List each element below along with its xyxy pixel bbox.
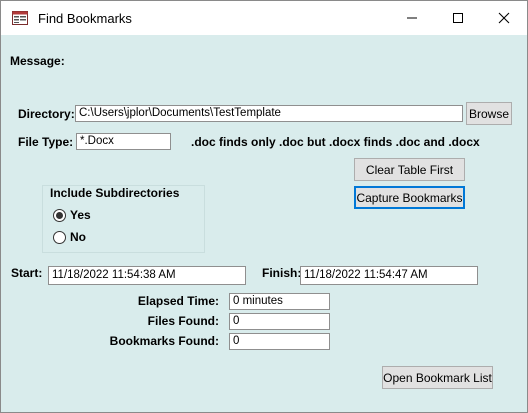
- open-bookmark-list-button[interactable]: Open Bookmark List: [382, 366, 493, 389]
- elapsed-time-field[interactable]: 0 minutes: [229, 293, 330, 310]
- files-found-label: Files Found:: [147, 314, 219, 328]
- start-label: Start:: [11, 266, 43, 280]
- start-field[interactable]: 11/18/2022 11:54:38 AM: [48, 266, 246, 285]
- directory-field[interactable]: C:\Users\jplor\Documents\TestTemplate: [75, 105, 463, 122]
- no-radio[interactable]: [53, 231, 66, 244]
- maximize-icon: [453, 13, 463, 23]
- finish-field[interactable]: 11/18/2022 11:54:47 AM: [300, 266, 478, 285]
- clear-table-first-button[interactable]: Clear Table First: [354, 158, 465, 181]
- files-found-field[interactable]: 0: [229, 313, 330, 330]
- directory-label: Directory:: [18, 107, 75, 121]
- message-label: Message:: [10, 54, 65, 68]
- file-type-field[interactable]: *.Docx: [76, 133, 171, 150]
- close-button[interactable]: [481, 1, 527, 35]
- form-icon: [12, 11, 28, 25]
- finish-label: Finish:: [262, 266, 302, 280]
- form-body: Message: Directory: C:\Users\jplor\Docum…: [1, 35, 527, 412]
- yes-radio[interactable]: [53, 209, 66, 222]
- minimize-button[interactable]: [389, 1, 435, 35]
- maximize-button[interactable]: [435, 1, 481, 35]
- browse-button[interactable]: Browse: [466, 102, 512, 125]
- include-subdirectories-label: Include Subdirectories: [50, 186, 180, 200]
- yes-label: Yes: [70, 208, 91, 222]
- find-bookmarks-window: Find Bookmarks Message: Directory: C:\Us…: [0, 0, 528, 413]
- close-icon: [498, 12, 510, 24]
- file-type-label: File Type:: [18, 135, 74, 149]
- bookmarks-found-label: Bookmarks Found:: [109, 334, 219, 348]
- elapsed-time-label: Elapsed Time:: [137, 294, 219, 308]
- title-bar: Find Bookmarks: [1, 1, 527, 35]
- capture-bookmarks-button[interactable]: Capture Bookmarks: [354, 186, 465, 209]
- file-type-hint: .doc finds only .doc but .docx finds .do…: [191, 135, 480, 149]
- window-title: Find Bookmarks: [38, 11, 132, 26]
- no-label: No: [70, 230, 86, 244]
- minimize-icon: [407, 17, 417, 19]
- bookmarks-found-field[interactable]: 0: [229, 333, 330, 350]
- radio-selected-dot: [56, 212, 63, 219]
